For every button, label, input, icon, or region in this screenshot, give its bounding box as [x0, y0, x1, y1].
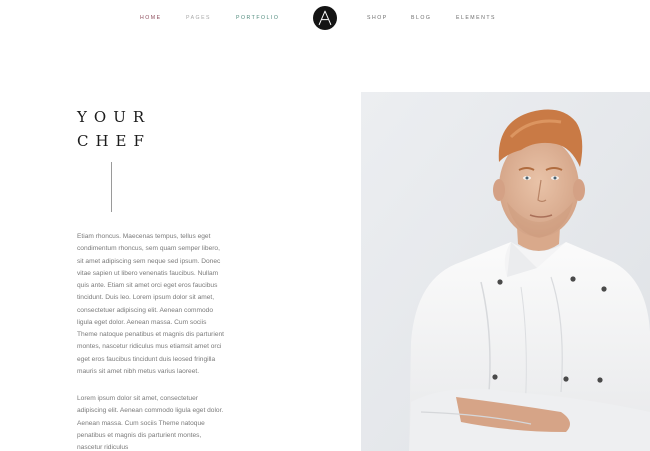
paragraph-line: vitae sapien ut libero venenatis faucibu…: [77, 269, 219, 277]
page: HOME PAGES PORTFOLIO SHOP BLOG ELEMENTS …: [0, 0, 650, 451]
title-line-1: YOUR: [77, 108, 152, 127]
paragraph-line: consectetuer adipiscing elit. Aenean com…: [77, 306, 213, 314]
body-paragraph-2: Lorem ipsum dolor sit amet, consectetuer…: [77, 393, 237, 451]
paragraph-line: Aenean massa. Cum sociis Theme natoque: [77, 419, 205, 427]
title-line-2: CHEF: [77, 132, 151, 151]
page-title: YOUR CHEF: [77, 105, 151, 153]
paragraph-line: adipiscing elit. Aenean commodo ligula e…: [77, 407, 224, 415]
paragraph-line: nascetur ridiculus: [77, 444, 129, 451]
paragraph-line: mauris sit amet nibh metus varius laoree…: [77, 367, 200, 375]
paragraph-line: eget eros faucibus tincidunt duis leosed…: [77, 355, 216, 363]
paragraph-line: Etiam rhoncus. Maecenas tempus, tellus e…: [77, 233, 211, 240]
main-navigation: HOME PAGES PORTFOLIO SHOP BLOG ELEMENTS: [0, 0, 650, 38]
nav-item-elements[interactable]: ELEMENTS: [456, 15, 496, 21]
chef-photo: [361, 92, 650, 451]
site-logo[interactable]: [313, 6, 337, 30]
paragraph-line: Theme natoque penatibus et magnis dis pa…: [77, 331, 224, 338]
paragraph-line: quis ante. Etiam sit amet orci eget eros…: [77, 282, 218, 289]
paragraph-line: sit amet adipiscing sem neque sed ipsum.…: [77, 257, 221, 265]
nav-item-pages[interactable]: PAGES: [186, 15, 211, 21]
paragraph-line: penatibus et magnis dis parturient monte…: [77, 431, 202, 439]
paragraph-line: condimentum rhoncus, sem quam semper lib…: [77, 245, 220, 253]
nav-item-portfolio[interactable]: PORTFOLIO: [236, 15, 279, 21]
body-paragraph-1: Etiam rhoncus. Maecenas tempus, tellus e…: [77, 231, 237, 378]
logo-lambda-icon: [318, 10, 332, 26]
chef-portrait-image: [361, 92, 650, 451]
paragraph-line: Lorem ipsum dolor sit amet, consectetuer: [77, 395, 198, 402]
paragraph-line: tincidunt. Duis leo. Lorem ipsum dolor s…: [77, 294, 215, 302]
nav-item-shop[interactable]: SHOP: [367, 15, 388, 21]
nav-item-blog[interactable]: BLOG: [411, 15, 431, 21]
paragraph-line: montes, nascetur ridiculus mus etiamsit …: [77, 343, 222, 351]
nav-item-home[interactable]: HOME: [140, 15, 162, 21]
vertical-divider: [111, 162, 112, 212]
paragraph-line: ligula eget dolor. Aenean massa. Cum soc…: [77, 318, 207, 326]
